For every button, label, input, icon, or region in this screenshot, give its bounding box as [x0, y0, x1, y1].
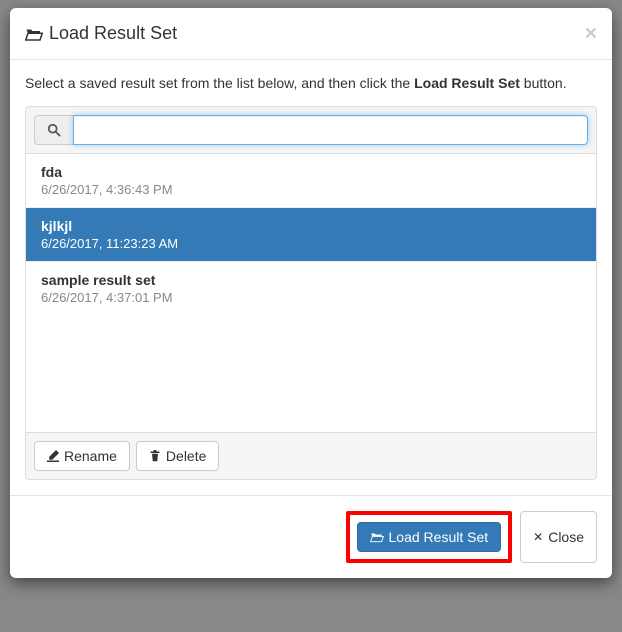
result-timestamp: 6/26/2017, 4:36:43 PM: [41, 182, 581, 197]
close-label: Close: [548, 529, 584, 545]
folder-open-icon: [370, 531, 384, 543]
trash-icon: [149, 450, 161, 462]
rename-button[interactable]: Rename: [34, 441, 130, 471]
highlight-annotation: Load Result Set: [346, 511, 513, 563]
instruction-text: Select a saved result set from the list …: [25, 75, 597, 91]
search-row: [26, 107, 596, 153]
search-icon: [34, 115, 73, 145]
result-timestamp: 6/26/2017, 11:23:23 AM: [41, 236, 581, 251]
delete-label: Delete: [166, 448, 206, 464]
result-set-panel: fda 6/26/2017, 4:36:43 PM kjlkjl 6/26/20…: [25, 106, 597, 480]
result-item[interactable]: sample result set 6/26/2017, 4:37:01 PM: [26, 262, 596, 315]
edit-icon: [47, 450, 59, 462]
search-input[interactable]: [73, 115, 588, 145]
modal-footer: Load Result Set ✕ Close: [10, 495, 612, 578]
panel-actions: Rename Delete: [26, 433, 596, 479]
result-item[interactable]: fda 6/26/2017, 4:36:43 PM: [26, 154, 596, 208]
folder-open-icon: [25, 26, 43, 42]
modal-body: Select a saved result set from the list …: [10, 60, 612, 495]
load-result-set-modal: Load Result Set × Select a saved result …: [10, 8, 612, 578]
load-result-set-button[interactable]: Load Result Set: [357, 522, 502, 552]
result-name: sample result set: [41, 272, 581, 288]
modal-title-text: Load Result Set: [49, 23, 177, 44]
close-icon: ✕: [533, 530, 543, 544]
close-icon[interactable]: ×: [585, 23, 597, 44]
result-name: fda: [41, 164, 581, 180]
modal-header: Load Result Set ×: [10, 8, 612, 60]
load-label: Load Result Set: [389, 529, 489, 545]
rename-label: Rename: [64, 448, 117, 464]
close-button[interactable]: ✕ Close: [520, 511, 597, 563]
modal-title: Load Result Set: [25, 23, 177, 44]
result-name: kjlkjl: [41, 218, 581, 234]
result-list: fda 6/26/2017, 4:36:43 PM kjlkjl 6/26/20…: [26, 153, 596, 433]
delete-button[interactable]: Delete: [136, 441, 219, 471]
result-item[interactable]: kjlkjl 6/26/2017, 11:23:23 AM: [26, 208, 596, 262]
result-timestamp: 6/26/2017, 4:37:01 PM: [41, 290, 581, 305]
